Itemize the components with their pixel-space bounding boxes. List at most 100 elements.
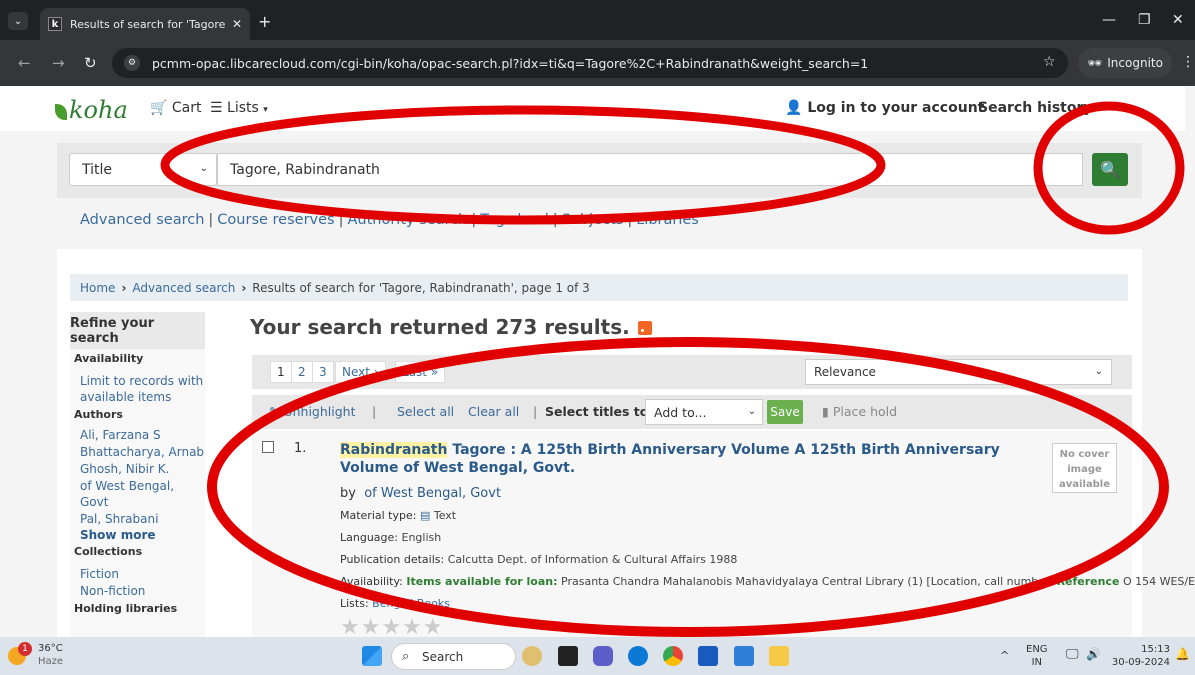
windows-start-icon[interactable]: [362, 646, 382, 666]
teams-icon[interactable]: [593, 646, 613, 666]
cart-link[interactable]: 🛒 Cart: [150, 100, 202, 116]
sort-select[interactable]: Relevance ⌄: [805, 359, 1112, 385]
refine-heading: Refine your search: [70, 312, 205, 349]
tab-search-button[interactable]: ⌄: [8, 12, 28, 30]
add-to-value: Add to...: [654, 404, 707, 420]
title-highlight: Rabindranath: [340, 442, 448, 458]
url-field[interactable]: ⚙ pcmm-opac.libcarecloud.com/cgi-bin/koh…: [112, 48, 1068, 78]
facet-author[interactable]: of West Bengal, Govt: [70, 477, 205, 510]
language-indicator[interactable]: ENG IN: [1026, 643, 1048, 669]
chevron-up-icon[interactable]: ^: [1000, 649, 1009, 662]
star-rating[interactable]: ★★★★★: [340, 615, 444, 637]
clock[interactable]: 15:13 30-09-2024: [1110, 643, 1170, 669]
record-title-link[interactable]: Rabindranath Tagore : A 125th Birth Anni…: [340, 441, 1040, 477]
site-info-icon[interactable]: ⚙: [124, 55, 140, 71]
results-count-text: Your search returned 273 results.: [250, 315, 630, 339]
search-history-link[interactable]: Search history: [978, 100, 1093, 116]
unhighlight-label: Unhighlight: [283, 404, 356, 419]
tag-cloud-link[interactable]: Tag cloud: [480, 212, 548, 228]
login-link[interactable]: 👤 Log in to your account: [785, 100, 984, 116]
add-to-select[interactable]: Add to... ⌄: [645, 399, 763, 425]
notepad-icon[interactable]: [734, 646, 754, 666]
facet-collection[interactable]: Non-fiction: [70, 582, 205, 599]
copilot-icon[interactable]: [522, 646, 542, 666]
libraries-link[interactable]: Libraries: [636, 212, 699, 228]
task-view-icon[interactable]: [558, 646, 578, 666]
page-1[interactable]: 1: [270, 361, 292, 383]
weather-condition: Haze: [38, 656, 64, 667]
facet-collection[interactable]: Fiction: [70, 558, 205, 582]
close-tab-icon[interactable]: ✕: [232, 17, 242, 31]
page-2[interactable]: 2: [291, 361, 313, 383]
save-button[interactable]: Save: [767, 400, 803, 424]
back-icon[interactable]: ←: [18, 54, 31, 72]
separator: |: [552, 212, 558, 228]
next-page-link[interactable]: Next ›: [335, 361, 386, 383]
material-type: Material type: ▤ Text: [340, 509, 456, 522]
search-input[interactable]: Tagore, Rabindranath: [217, 153, 1083, 186]
separator: |: [338, 212, 344, 228]
word-icon[interactable]: [698, 646, 718, 666]
facet-author[interactable]: Pal, Shrabani: [70, 510, 205, 527]
clear-all-link[interactable]: Clear all: [468, 404, 519, 419]
chevron-right-icon: ›: [121, 280, 127, 295]
incognito-button[interactable]: 🕶 Incognito: [1078, 48, 1172, 78]
close-window-icon[interactable]: ✕: [1172, 12, 1184, 28]
select-titles-label: Select titles to:: [545, 404, 654, 419]
result-record: 1. Rabindranath Tagore : A 125th Birth A…: [252, 431, 1195, 637]
select-all-link[interactable]: Select all: [397, 404, 454, 419]
notifications-bell-icon[interactable]: 🔔: [1175, 648, 1190, 661]
browser-tab[interactable]: k Results of search for 'Tagore, Ra ✕: [40, 8, 250, 40]
limit-available-link[interactable]: Limit to records with available items: [70, 365, 205, 405]
new-tab-icon[interactable]: +: [258, 12, 271, 31]
record-author-link[interactable]: of West Bengal, Govt: [364, 486, 501, 501]
by-label: by: [340, 486, 356, 501]
chrome-icon[interactable]: [663, 646, 683, 666]
breadcrumb-advanced[interactable]: Advanced search: [132, 281, 235, 295]
facet-author[interactable]: Ali, Farzana S: [70, 421, 205, 443]
volume-icon[interactable]: 🔊: [1086, 648, 1101, 661]
search-index-select[interactable]: Title ⌄: [69, 153, 217, 186]
edge-icon[interactable]: [628, 646, 648, 666]
unhighlight-link[interactable]: ✎ Unhighlight: [269, 404, 356, 419]
bookmark-star-icon[interactable]: ☆: [1043, 54, 1056, 70]
breadcrumb-home[interactable]: Home: [80, 281, 115, 295]
leaf-icon: [55, 104, 67, 120]
advanced-search-link[interactable]: Advanced search: [80, 212, 204, 228]
network-icon[interactable]: 🖵: [1066, 648, 1079, 661]
logo-text: koha: [69, 96, 128, 124]
facet-author[interactable]: Ghosh, Nibir K.: [70, 460, 205, 477]
place-hold-button[interactable]: ▮ Place hold: [822, 404, 897, 419]
lists-menu[interactable]: ☰ Lists ▾: [210, 100, 268, 116]
file-explorer-icon[interactable]: [769, 646, 789, 666]
page-3[interactable]: 3: [312, 361, 334, 383]
forward-icon[interactable]: →: [52, 54, 65, 72]
course-reserves-link[interactable]: Course reserves: [217, 212, 334, 228]
search-button[interactable]: 🔍: [1092, 153, 1128, 186]
weather-temp: 36°C: [38, 643, 63, 654]
availability-callnumber: O 154 WES/E].: [1122, 575, 1195, 588]
chevron-down-icon: ⌄: [747, 406, 756, 417]
list-link[interactable]: Bengali Books: [372, 597, 450, 610]
subjects-link[interactable]: Subjects: [562, 212, 624, 228]
browser-menu-icon[interactable]: ⋮: [1181, 54, 1195, 70]
authority-search-link[interactable]: Authority search: [347, 212, 467, 228]
minimize-icon[interactable]: —: [1102, 12, 1116, 28]
separator: |: [627, 212, 633, 228]
collections-heading: Collections: [74, 545, 143, 558]
record-checkbox[interactable]: [262, 441, 274, 453]
holding-libraries-heading: Holding libraries: [74, 602, 178, 615]
cart-label: Cart: [171, 100, 202, 116]
notification-badge: 1: [18, 642, 32, 656]
koha-logo[interactable]: koha: [55, 96, 128, 124]
bookmark-icon: ▮: [822, 404, 829, 419]
weather-text: 36°C Haze: [38, 642, 63, 668]
book-icon: ▤: [419, 509, 431, 522]
rss-feed-icon[interactable]: [637, 321, 652, 335]
show-more-authors-link[interactable]: Show more: [70, 527, 205, 542]
reload-icon[interactable]: ↻: [84, 54, 97, 72]
taskbar-search[interactable]: ⌕ Search: [391, 643, 516, 670]
facet-author[interactable]: Bhattacharya, Arnab: [70, 443, 205, 460]
last-page-link[interactable]: Last »: [395, 361, 446, 383]
restore-icon[interactable]: ❐: [1138, 12, 1151, 28]
